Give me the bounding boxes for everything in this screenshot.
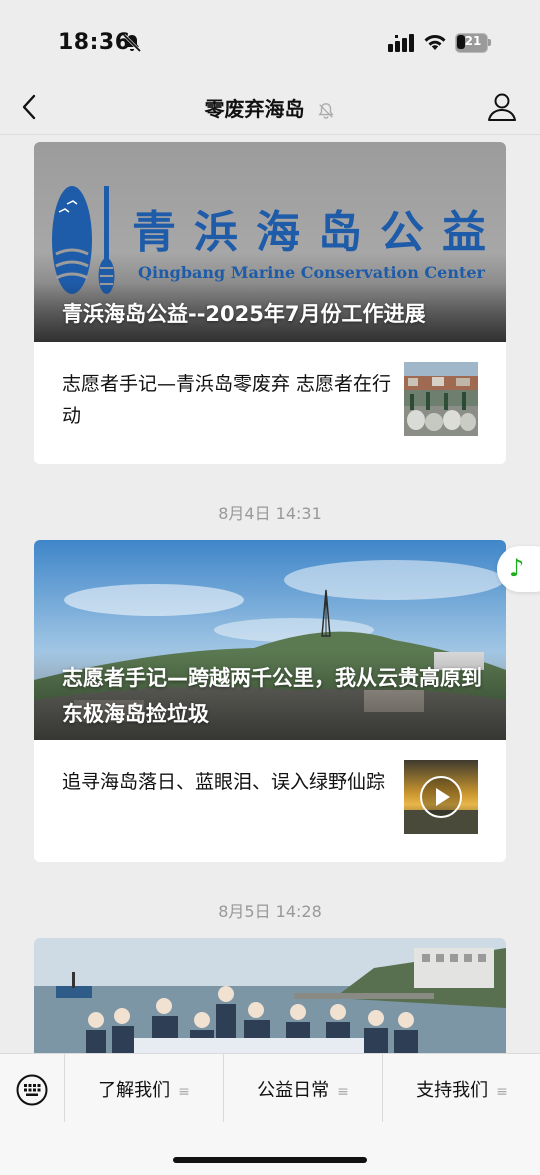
sub-article-item[interactable]: 追寻海岛落日、蓝眼泪、误入绿野仙踪	[34, 740, 506, 860]
article-hero-caption: 青浜海岛公益--2025年7月份工作进展	[62, 302, 426, 326]
bottom-menu-bar: 了解我们 ≡ 公益日常 ≡ 支持我们 ≡	[0, 1053, 540, 1175]
article-hero[interactable]: 青浜海岛公益 Qingbang Marine Conservation Cent…	[34, 142, 506, 342]
sub-article-title: 志愿者手记—青浜岛零废弃 志愿者在行动	[62, 373, 392, 427]
home-indicator[interactable]	[173, 1157, 367, 1163]
sub-article-title: 追寻海岛落日、蓝眼泪、误入绿野仙踪	[62, 771, 386, 793]
message-timestamp: 8月4日 14:31	[218, 504, 322, 523]
sub-article-thumbnail	[404, 362, 478, 436]
article-card[interactable]: 志愿者手记—跨越两千公里，我从云贵高原到东极海岛捡垃圾 追寻海岛落日、蓝眼泪、误…	[34, 540, 506, 862]
submenu-indicator-icon: ≡	[178, 1084, 190, 1100]
menu-item-label: 支持我们	[416, 1080, 489, 1101]
article-hero-caption: 志愿者手记—跨越两千公里，我从云贵高原到东极海岛捡垃圾	[62, 666, 482, 726]
nav-bar: 零废弃海岛	[0, 84, 540, 135]
article-hero[interactable]: 志愿者手记—跨越两千公里，我从云贵高原到东极海岛捡垃圾	[34, 540, 506, 740]
wifi-icon	[424, 35, 446, 50]
menu-item-support-us[interactable]: 支持我们 ≡	[382, 1054, 540, 1122]
message-timestamp: 8月5日 14:28	[218, 902, 322, 921]
battery-level: 21	[464, 34, 482, 48]
cellular-signal-icon	[388, 34, 414, 52]
music-note-icon: ♪	[509, 554, 525, 582]
article-card[interactable]	[34, 938, 506, 1068]
logo-text-cn: 青浜海岛公益	[132, 207, 504, 258]
profile-icon[interactable]	[486, 92, 518, 122]
menu-item-about-us[interactable]: 了解我们 ≡	[64, 1054, 223, 1122]
submenu-indicator-icon: ≡	[496, 1084, 508, 1100]
mute-notifications-icon	[318, 102, 335, 119]
nav-title-container: 零废弃海岛	[0, 93, 540, 122]
menu-item-label: 了解我们	[98, 1080, 171, 1101]
floating-music-button[interactable]: ♪	[497, 546, 540, 592]
bell-off-icon	[122, 33, 142, 53]
menu-item-daily-charity[interactable]: 公益日常 ≡	[223, 1054, 382, 1122]
battery-icon: 21	[455, 33, 491, 53]
keyboard-toggle-icon[interactable]	[16, 1074, 48, 1106]
status-time: 18:36	[58, 30, 131, 55]
page-title: 零废弃海岛	[204, 97, 305, 121]
sub-article-video-thumbnail[interactable]	[404, 760, 478, 834]
menu-item-label: 公益日常	[257, 1080, 330, 1101]
submenu-indicator-icon: ≡	[337, 1084, 349, 1100]
sub-article-item[interactable]: 志愿者手记—青浜岛零废弃 志愿者在行动	[34, 342, 506, 462]
status-bar: 18:36 21	[0, 0, 540, 84]
article-card[interactable]: 青浜海岛公益 Qingbang Marine Conservation Cent…	[34, 142, 506, 464]
article-cover-image	[34, 938, 506, 1068]
logo-text-en: Qingbang Marine Conservation Center	[138, 263, 485, 282]
